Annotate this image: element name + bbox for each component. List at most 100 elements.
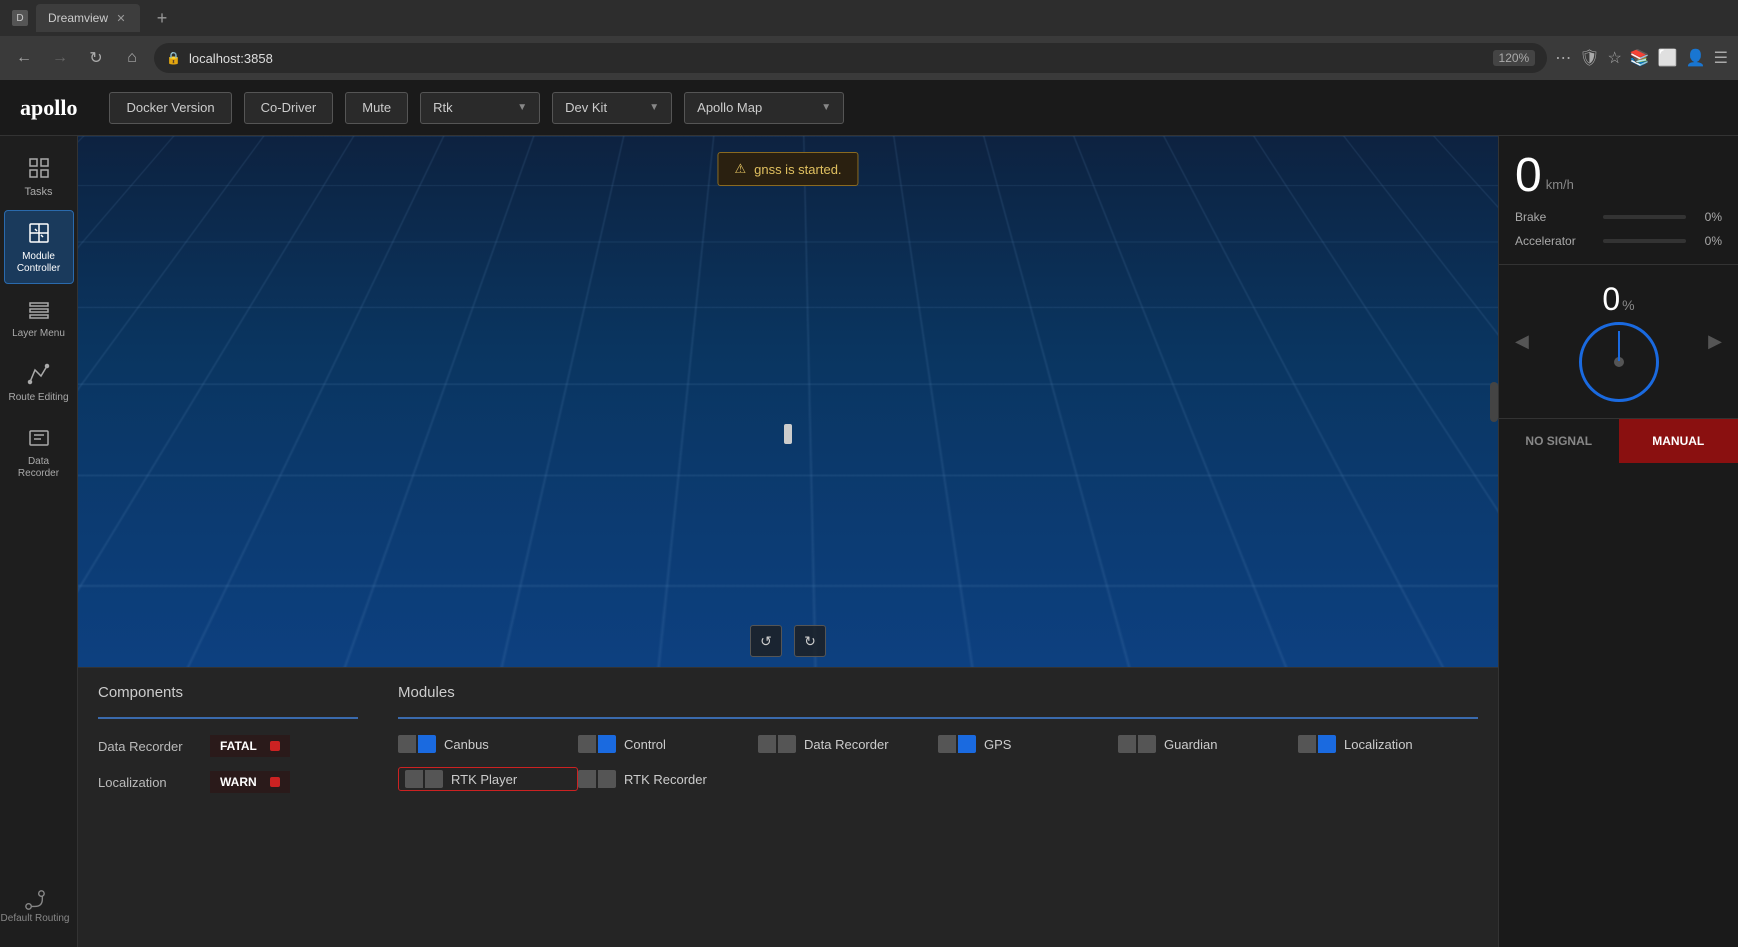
new-tab-button[interactable]: + (148, 4, 176, 32)
accelerator-bar-bg (1603, 239, 1686, 243)
extensions-icon[interactable]: ⋯ (1555, 48, 1571, 68)
brake-gauge: Brake 0% (1515, 210, 1722, 224)
layer-menu-icon (25, 296, 53, 324)
rtk-dropdown[interactable]: Rtk ▼ (420, 92, 540, 124)
module-control: Control (578, 735, 758, 753)
profile-icon[interactable]: 👤 (1686, 48, 1706, 68)
browser-tab[interactable]: Dreamview ✕ (36, 4, 140, 32)
module-rtk-recorder: RTK Recorder (578, 767, 758, 791)
component-status-fatal: FATAL (210, 735, 290, 757)
control-toggle-on[interactable] (598, 735, 616, 753)
bookmarks-icon[interactable]: 📚 (1630, 48, 1650, 68)
app-header: apollo Docker Version Co-Driver Mute Rtk… (0, 80, 1738, 136)
data-recorder-icon (25, 424, 53, 452)
route-editing-label: Route Editing (8, 392, 68, 404)
tab-close-icon[interactable]: ✕ (114, 11, 128, 25)
speed-panel: 0 km/h Brake 0% Accelerator (1499, 136, 1738, 265)
address-bar[interactable]: 🔒 localhost:3858 120% (154, 43, 1547, 73)
components-section: Components Data Recorder FATAL Localizat… (98, 684, 358, 807)
localization-toggle[interactable] (1298, 735, 1336, 753)
modules-grid: Canbus Control (398, 735, 1478, 791)
steering-left-icon[interactable]: ◀ (1515, 331, 1529, 352)
modules-title: Modules (398, 684, 1478, 701)
bookmark-icon[interactable]: ☆ (1608, 48, 1622, 68)
guardian-toggle-off1[interactable] (1118, 735, 1136, 753)
rtk-player-toggle-off1[interactable] (405, 770, 423, 788)
devkit-dropdown-arrow: ▼ (649, 102, 659, 113)
component-status-warn: WARN (210, 771, 290, 793)
control-toggle[interactable] (578, 735, 616, 753)
map-bottom-controls: ↺ ↻ (750, 625, 826, 657)
co-driver-button[interactable]: Co-Driver (244, 92, 334, 124)
steering-value: 0 (1602, 281, 1620, 318)
module-localization: Localization (1298, 735, 1478, 753)
tasks-icon (25, 154, 53, 182)
accelerator-label: Accelerator (1515, 234, 1595, 248)
control-toggle-off[interactable] (578, 735, 596, 753)
sidebar-item-default-routing[interactable]: Default Routing (0, 877, 70, 937)
signal-panel: NO SIGNAL MANUAL (1499, 419, 1738, 463)
vehicle-marker (784, 424, 792, 444)
brake-label: Brake (1515, 210, 1595, 224)
forward-button[interactable]: → (46, 44, 74, 72)
canbus-toggle[interactable] (398, 735, 436, 753)
gps-label: GPS (984, 737, 1011, 752)
data-recorder-module-label: Data Recorder (804, 737, 889, 752)
bottom-panel-layout: Components Data Recorder FATAL Localizat… (98, 684, 1478, 807)
canbus-toggle-on[interactable] (418, 735, 436, 753)
steering-panel: ◀ 0 % ▶ (1499, 265, 1738, 419)
sidebar-item-module-controller[interactable]: Module Controller (4, 210, 74, 284)
gps-toggle-on[interactable] (958, 735, 976, 753)
module-guardian: Guardian (1118, 735, 1298, 753)
data-recorder-toggle-off1[interactable] (758, 735, 776, 753)
guardian-toggle-off2[interactable] (1138, 735, 1156, 753)
sidebar-item-route-editing[interactable]: Route Editing (4, 352, 74, 412)
mute-button[interactable]: Mute (345, 92, 408, 124)
main-area: Tasks Module Controller (0, 136, 1738, 947)
no-signal-button[interactable]: NO SIGNAL (1499, 419, 1619, 463)
rtk-player-toggle[interactable] (405, 770, 443, 788)
map-rotate-left-button[interactable]: ↺ (750, 625, 782, 657)
map-resize-handle[interactable] (1490, 382, 1498, 422)
rtk-recorder-toggle[interactable] (578, 770, 616, 788)
refresh-button[interactable]: ↻ (82, 44, 110, 72)
fatal-dot (270, 741, 280, 751)
map-dropdown[interactable]: Apollo Map ▼ (684, 92, 844, 124)
manual-button[interactable]: MANUAL (1619, 419, 1738, 463)
notification-text: gnss is started. (754, 162, 841, 177)
map-dropdown-arrow: ▼ (821, 102, 831, 113)
rtk-player-toggle-off2[interactable] (425, 770, 443, 788)
guardian-toggle[interactable] (1118, 735, 1156, 753)
sidebar-item-layer-menu[interactable]: Layer Menu (4, 288, 74, 348)
home-button[interactable]: ⌂ (118, 44, 146, 72)
tab-manager-icon[interactable]: ⬜ (1658, 48, 1678, 68)
module-rtk-player: RTK Player (398, 767, 578, 791)
toolbar-right: ⋯ 🛡 ☆ 📚 ⬜ 👤 ☰ (1555, 48, 1728, 68)
map-rotate-right-button[interactable]: ↻ (794, 625, 826, 657)
zoom-level: 120% (1493, 50, 1536, 66)
warn-dot (270, 777, 280, 787)
gps-toggle-off[interactable] (938, 735, 956, 753)
brake-bar-bg (1603, 215, 1686, 219)
modules-divider (398, 717, 1478, 719)
data-recorder-toggle-off2[interactable] (778, 735, 796, 753)
control-label: Control (624, 737, 666, 752)
component-name-data-recorder: Data Recorder (98, 739, 198, 754)
docker-version-button[interactable]: Docker Version (109, 92, 231, 124)
back-button[interactable]: ← (10, 44, 38, 72)
menu-icon[interactable]: ☰ (1714, 48, 1728, 68)
devkit-dropdown[interactable]: Dev Kit ▼ (552, 92, 672, 124)
canbus-toggle-off[interactable] (398, 735, 416, 753)
sidebar-item-tasks[interactable]: Tasks (4, 146, 74, 206)
security-icon: 🔒 (166, 51, 181, 65)
localization-toggle-off[interactable] (1298, 735, 1316, 753)
data-recorder-toggle[interactable] (758, 735, 796, 753)
rtk-recorder-toggle-off2[interactable] (598, 770, 616, 788)
localization-toggle-on[interactable] (1318, 735, 1336, 753)
module-controller-label: Module Controller (9, 251, 69, 275)
rtk-recorder-toggle-off1[interactable] (578, 770, 596, 788)
sidebar-item-data-recorder[interactable]: Data Recorder (4, 416, 74, 488)
gps-toggle[interactable] (938, 735, 976, 753)
steering-right-icon[interactable]: ▶ (1708, 331, 1722, 352)
map-area[interactable]: ⚠ gnss is started. ↺ ↻ (78, 136, 1498, 667)
